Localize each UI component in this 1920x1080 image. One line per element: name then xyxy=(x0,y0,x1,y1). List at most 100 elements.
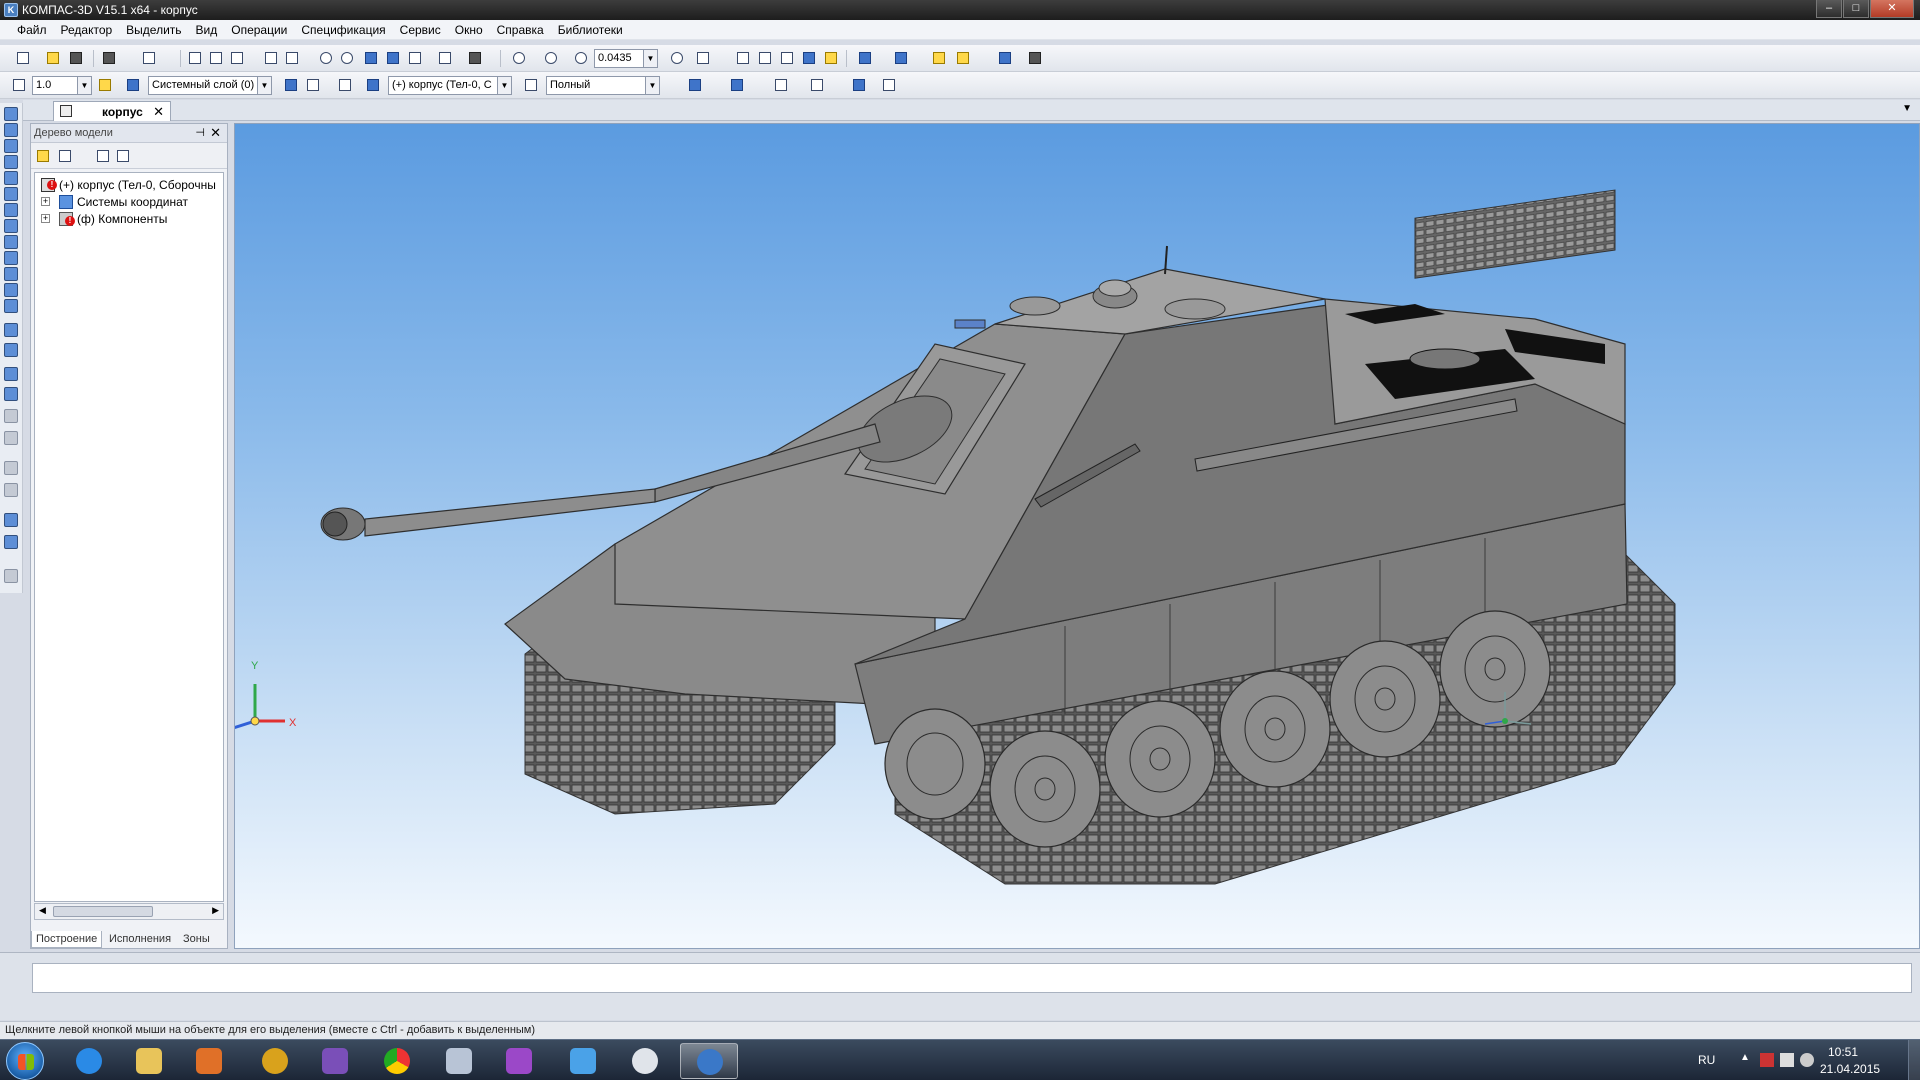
measure-icon[interactable] xyxy=(4,203,18,217)
weld-icon[interactable] xyxy=(4,367,18,381)
cut-button[interactable] xyxy=(186,49,204,67)
specification-icon[interactable] xyxy=(4,251,18,265)
chevron-down-icon[interactable]: ▼ xyxy=(645,77,659,94)
properties-button[interactable] xyxy=(283,49,301,67)
variables-button[interactable] xyxy=(406,49,424,67)
current-object-combo[interactable]: (+) корпус (Тел-0, С ▼ xyxy=(388,76,512,95)
snap-step-button[interactable] xyxy=(10,76,28,94)
view-wireframe-button[interactable] xyxy=(734,49,752,67)
taskbar-autocad[interactable] xyxy=(246,1043,304,1079)
scroll-right-icon[interactable]: ▶ xyxy=(212,905,219,916)
taskbar-paint[interactable] xyxy=(616,1043,674,1079)
close-button[interactable]: ✕ xyxy=(1870,0,1914,18)
chevron-down-icon[interactable]: ▼ xyxy=(77,77,91,94)
redo-button[interactable] xyxy=(338,49,356,67)
network-icon[interactable] xyxy=(1780,1053,1794,1067)
update-button[interactable] xyxy=(996,49,1014,67)
filter-icon[interactable] xyxy=(4,235,18,249)
expand-strip-icon[interactable] xyxy=(4,569,18,583)
orientation-button[interactable] xyxy=(694,49,712,67)
volume-icon[interactable] xyxy=(1800,1053,1814,1067)
menu-operations[interactable]: Операции xyxy=(224,20,294,39)
view-thin-lines-button[interactable] xyxy=(778,49,796,67)
tree-horizontal-scrollbar[interactable]: ◀ ▶ xyxy=(34,903,224,920)
taskbar-kompas[interactable] xyxy=(680,1043,738,1079)
current-object-button[interactable] xyxy=(364,76,382,94)
show-desktop-button[interactable] xyxy=(1908,1040,1920,1080)
mates-button[interactable] xyxy=(686,76,704,94)
menu-file[interactable]: Файл xyxy=(10,20,54,39)
auxiliary-geometry-icon[interactable] xyxy=(4,187,18,201)
text-button[interactable] xyxy=(880,76,898,94)
chevron-down-icon[interactable]: ▼ xyxy=(257,77,271,94)
elements-icon[interactable] xyxy=(4,283,18,297)
chevron-down-icon[interactable]: ▼ xyxy=(643,50,657,67)
taskbar-calculator[interactable] xyxy=(430,1043,488,1079)
scale-combo[interactable]: 1.0 ▼ xyxy=(32,76,92,95)
menu-libraries[interactable]: Библиотеки xyxy=(551,20,630,39)
expand-plus-icon[interactable]: + xyxy=(41,197,50,206)
edit-component-button[interactable] xyxy=(954,49,972,67)
document-tab[interactable]: корпус ✕ xyxy=(53,101,171,121)
measure-button[interactable] xyxy=(436,49,454,67)
cable-icon[interactable] xyxy=(4,343,18,357)
taskbar-visual-studio[interactable] xyxy=(306,1043,364,1079)
tab-versions[interactable]: Исполнения xyxy=(105,931,175,948)
snap-toggle-button[interactable] xyxy=(96,76,114,94)
component-button[interactable] xyxy=(930,49,948,67)
reports-icon[interactable] xyxy=(4,267,18,281)
move-component-button[interactable] xyxy=(728,76,746,94)
view-shaded-button[interactable] xyxy=(800,49,818,67)
taskbar-explorer[interactable] xyxy=(120,1043,178,1079)
menu-help[interactable]: Справка xyxy=(490,20,551,39)
preview-button[interactable] xyxy=(140,49,158,67)
menu-editor[interactable]: Редактор xyxy=(54,20,120,39)
array-button[interactable] xyxy=(772,76,790,94)
view-shaded-edges-button[interactable] xyxy=(822,49,840,67)
arrays-icon[interactable] xyxy=(4,171,18,185)
layer-combo[interactable]: Системный слой (0) ▼ xyxy=(148,76,272,95)
print-button[interactable] xyxy=(100,49,118,67)
command-line[interactable] xyxy=(32,963,1912,993)
new-document-button[interactable] xyxy=(14,49,32,67)
catalog-icon[interactable] xyxy=(4,535,18,549)
expand-plus-icon[interactable]: + xyxy=(41,214,50,223)
menu-select[interactable]: Выделить xyxy=(119,20,188,39)
chevron-down-icon[interactable]: ▼ xyxy=(497,77,511,94)
menu-window[interactable]: Окно xyxy=(448,20,490,39)
scroll-left-icon[interactable]: ◀ xyxy=(39,905,46,916)
taskbar-remote-desktop[interactable] xyxy=(554,1043,612,1079)
library-tool-icon[interactable] xyxy=(4,513,18,527)
tree-options-button[interactable] xyxy=(114,147,132,165)
minimize-button[interactable]: – xyxy=(1816,0,1842,18)
menu-specification[interactable]: Спецификация xyxy=(294,20,392,39)
collision-button[interactable] xyxy=(850,76,868,94)
maximize-button[interactable]: □ xyxy=(1843,0,1869,18)
cursor-mode-button[interactable] xyxy=(336,76,354,94)
sheet-metal-icon[interactable] xyxy=(4,299,18,313)
dimensions-icon[interactable] xyxy=(4,219,18,233)
menu-service[interactable]: Сервис xyxy=(393,20,448,39)
zoom-fit-button[interactable] xyxy=(542,49,560,67)
zoom-window-button[interactable] xyxy=(510,49,528,67)
curves-icon[interactable] xyxy=(4,139,18,153)
menu-view[interactable]: Вид xyxy=(189,20,225,39)
format-button[interactable] xyxy=(262,49,280,67)
surfaces-icon[interactable] xyxy=(4,155,18,169)
selection-filter-button[interactable] xyxy=(892,49,910,67)
clock-time[interactable]: 10:51 xyxy=(1828,1045,1858,1059)
zoom-in-button[interactable] xyxy=(572,49,590,67)
pipeline-icon[interactable] xyxy=(4,323,18,337)
taskbar-chrome[interactable] xyxy=(368,1043,426,1079)
manager-button[interactable] xyxy=(362,49,380,67)
start-button[interactable] xyxy=(6,1042,44,1080)
paste-button[interactable] xyxy=(228,49,246,67)
tab-zones[interactable]: Зоны xyxy=(179,931,214,948)
layer-button[interactable] xyxy=(124,76,142,94)
language-indicator[interactable]: RU xyxy=(1698,1053,1715,1067)
save-button[interactable] xyxy=(67,49,85,67)
tab-build[interactable]: Построение xyxy=(31,931,103,948)
zoom-scale-combo[interactable]: 0.0435 ▼ xyxy=(594,49,658,68)
tab-close-icon[interactable]: ✕ xyxy=(153,104,164,120)
local-cs-button[interactable] xyxy=(282,76,300,94)
